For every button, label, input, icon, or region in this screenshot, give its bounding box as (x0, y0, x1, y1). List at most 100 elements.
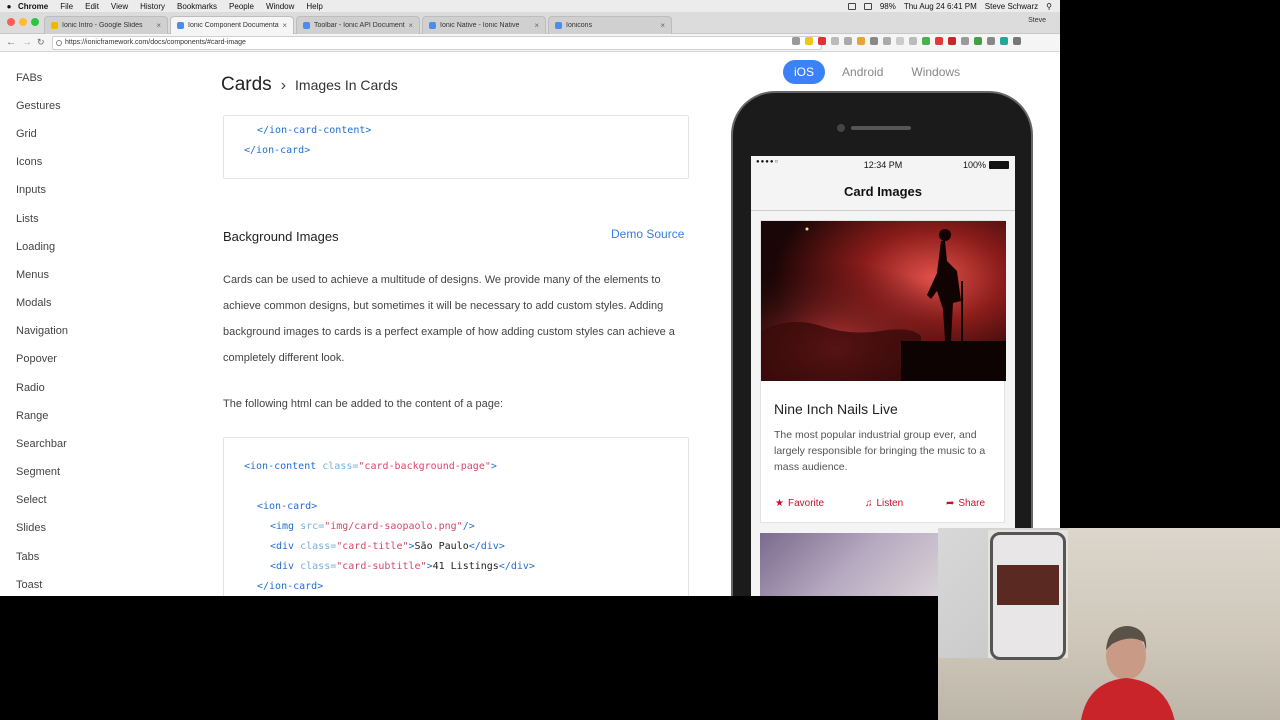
menu-bookmarks[interactable]: Bookmarks (177, 2, 217, 11)
favorite-label: Favorite (787, 498, 825, 509)
close-tab-icon[interactable]: × (660, 21, 665, 30)
menu-app-name[interactable]: Chrome (18, 2, 48, 11)
sidebar-item-toast[interactable]: Toast (16, 579, 42, 591)
menu-history[interactable]: History (140, 2, 165, 11)
sidebar-item-inputs[interactable]: Inputs (16, 184, 46, 196)
music-note-icon: ♫ (865, 498, 873, 509)
sidebar-item-segment[interactable]: Segment (16, 466, 60, 478)
menu-window[interactable]: Window (266, 2, 294, 11)
address-bar[interactable]: https://ionicframework.com/docs/componen… (52, 36, 822, 50)
sidebar-item-navigation[interactable]: Navigation (16, 325, 68, 337)
code-line: </ion-card> (257, 581, 324, 592)
sidebar-item-slides[interactable]: Slides (16, 522, 46, 534)
share-label: Share (958, 498, 986, 509)
close-window-icon[interactable] (7, 18, 15, 26)
sidebar-item-grid[interactable]: Grid (16, 128, 37, 140)
extension-icon[interactable] (818, 37, 826, 45)
reload-icon[interactable]: ↻ (37, 37, 45, 48)
sidebar-item-icons[interactable]: Icons (16, 156, 42, 168)
search-icon[interactable]: ⚲ (1046, 2, 1052, 11)
breadcrumb-section[interactable]: Cards (221, 74, 272, 96)
share-arrow-icon: ➦ (946, 498, 955, 509)
close-tab-icon[interactable]: × (534, 21, 539, 30)
user-name[interactable]: Steve Schwarz (985, 2, 1038, 11)
tab-google-slides[interactable]: Ionic Intro - Google Slides × (44, 16, 168, 34)
clock[interactable]: Thu Aug 24 6:41 PM (904, 2, 977, 11)
sidebar-item-modals[interactable]: Modals (16, 297, 51, 309)
extension-icon[interactable] (935, 37, 943, 45)
extension-icon[interactable] (961, 37, 969, 45)
tab-ionic-native[interactable]: Ionic Native - Ionic Native × (422, 16, 546, 34)
extension-icon[interactable] (857, 37, 865, 45)
code-line: </ion-card-content> (257, 125, 372, 136)
sidebar-item-fabs[interactable]: FABs (16, 72, 42, 84)
sidebar-item-gestures[interactable]: Gestures (16, 100, 61, 112)
close-tab-icon[interactable]: × (408, 21, 413, 30)
nav-divider (751, 210, 1015, 211)
extension-icon[interactable] (870, 37, 878, 45)
tab-label: Ionicons (566, 22, 593, 29)
menu-help[interactable]: Help (306, 2, 322, 11)
ionic-favicon-icon (429, 22, 436, 29)
menu-view[interactable]: View (111, 2, 128, 11)
menu-dots-icon[interactable] (1013, 37, 1021, 45)
sidebar-item-radio[interactable]: Radio (16, 382, 45, 394)
tab-ios[interactable]: iOS (783, 60, 826, 84)
sidebar-item-loading[interactable]: Loading (16, 241, 55, 253)
volume-icon[interactable] (863, 2, 872, 10)
tab-ionic-component-docs[interactable]: Ionic Component Documentat × (170, 16, 294, 34)
zoom-icon[interactable] (792, 37, 800, 45)
tab-label: Toolbar - Ionic API Documenta (314, 22, 406, 29)
back-icon[interactable]: ← (6, 37, 16, 48)
menu-edit[interactable]: Edit (85, 2, 99, 11)
sidebar-item-popover[interactable]: Popover (16, 353, 57, 365)
sidebar-item-tabs[interactable]: Tabs (16, 551, 39, 563)
concert-card[interactable]: Nine Inch Nails Live The most popular in… (760, 220, 1006, 523)
concert-image (761, 221, 1006, 381)
apple-icon[interactable]: ● (0, 2, 18, 11)
tab-android[interactable]: Android (831, 60, 894, 84)
extension-icon[interactable] (883, 37, 891, 45)
extension-icon[interactable] (987, 37, 995, 45)
zoom-window-icon[interactable] (31, 18, 39, 26)
close-tab-icon[interactable]: × (156, 21, 161, 30)
battery-percent[interactable]: 98% (880, 2, 896, 11)
extension-icon[interactable] (844, 37, 852, 45)
menu-file[interactable]: File (60, 2, 73, 11)
extension-icon[interactable] (1000, 37, 1008, 45)
sidebar-item-lists[interactable]: Lists (16, 213, 39, 225)
minimize-window-icon[interactable] (19, 18, 27, 26)
profile-button[interactable]: Steve (1028, 17, 1046, 24)
sidebar-item-select[interactable]: Select (16, 494, 47, 506)
sidebar-item-range[interactable]: Range (16, 410, 48, 422)
extension-icon[interactable] (831, 37, 839, 45)
tab-ionicons[interactable]: Ionicons × (548, 16, 672, 34)
demo-source-link[interactable]: Demo Source (611, 227, 684, 241)
favorite-button[interactable]: ★ Favorite (775, 498, 824, 509)
code-block-card-image: </ion-card-content> </ion-card> (223, 115, 689, 179)
menu-people[interactable]: People (229, 2, 254, 11)
extension-icon[interactable] (974, 37, 982, 45)
slides-favicon-icon (51, 22, 58, 29)
close-tab-icon[interactable]: × (282, 21, 287, 30)
bookmark-star-icon[interactable] (805, 37, 813, 45)
screen: ● Chrome File Edit View History Bookmark… (0, 0, 1060, 596)
extension-icon[interactable] (909, 37, 917, 45)
listen-button[interactable]: ♫ Listen (865, 498, 903, 509)
tab-windows[interactable]: Windows (900, 60, 971, 84)
presenter (1081, 626, 1175, 720)
extension-icon[interactable] (922, 37, 930, 45)
share-button[interactable]: ➦ Share (946, 498, 985, 509)
address-url: https://ionicframework.com/docs/componen… (65, 39, 246, 46)
extension-icon[interactable] (948, 37, 956, 45)
sidebar-item-menus[interactable]: Menus (16, 269, 49, 281)
forward-icon[interactable]: → (22, 37, 32, 48)
extension-icon[interactable] (896, 37, 904, 45)
battery-percent: 100% (962, 160, 986, 170)
docs-sidebar: FABs Gestures Grid Icons Inputs Lists Lo… (0, 52, 190, 596)
phone-status-bar: ●●●●○ 12:34 PM 100% (751, 156, 1015, 174)
tab-toolbar-api[interactable]: Toolbar - Ionic API Documenta × (296, 16, 420, 34)
sidebar-item-searchbar[interactable]: Searchbar (16, 438, 67, 450)
tab-label: Ionic Component Documentat (188, 22, 280, 29)
wifi-icon[interactable] (847, 2, 856, 10)
